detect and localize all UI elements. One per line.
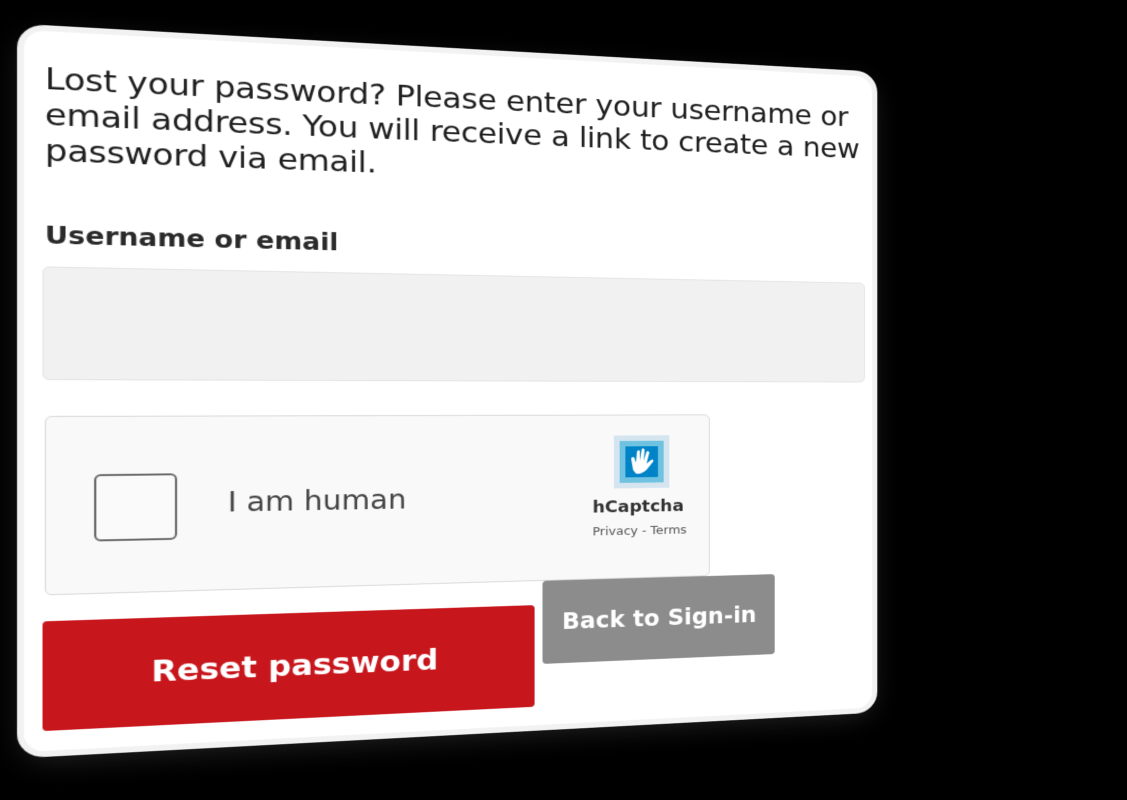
- back-to-signin-button[interactable]: Back to Sign-in: [542, 574, 775, 664]
- hcaptcha-brand: hCaptcha: [592, 496, 684, 518]
- lost-password-form: Lost your password? Please enter your us…: [24, 30, 873, 752]
- hcaptcha-links: Privacy - Terms: [593, 523, 687, 539]
- terms-link[interactable]: Terms: [650, 523, 686, 537]
- username-label: Username or email: [44, 220, 339, 257]
- captcha-checkbox[interactable]: [94, 473, 178, 542]
- captcha-widget: I am human hCaptcha Privacy - Terms: [44, 414, 710, 596]
- reset-password-button[interactable]: Reset password: [42, 605, 535, 732]
- captcha-label: I am human: [227, 483, 407, 519]
- username-input[interactable]: [42, 266, 865, 383]
- hcaptcha-hand-icon: [613, 435, 670, 489]
- link-separator: -: [637, 524, 651, 539]
- screen: Lost your password? Please enter your us…: [0, 0, 1127, 800]
- intro-text: Lost your password? Please enter your us…: [44, 61, 860, 181]
- privacy-link[interactable]: Privacy: [593, 524, 638, 539]
